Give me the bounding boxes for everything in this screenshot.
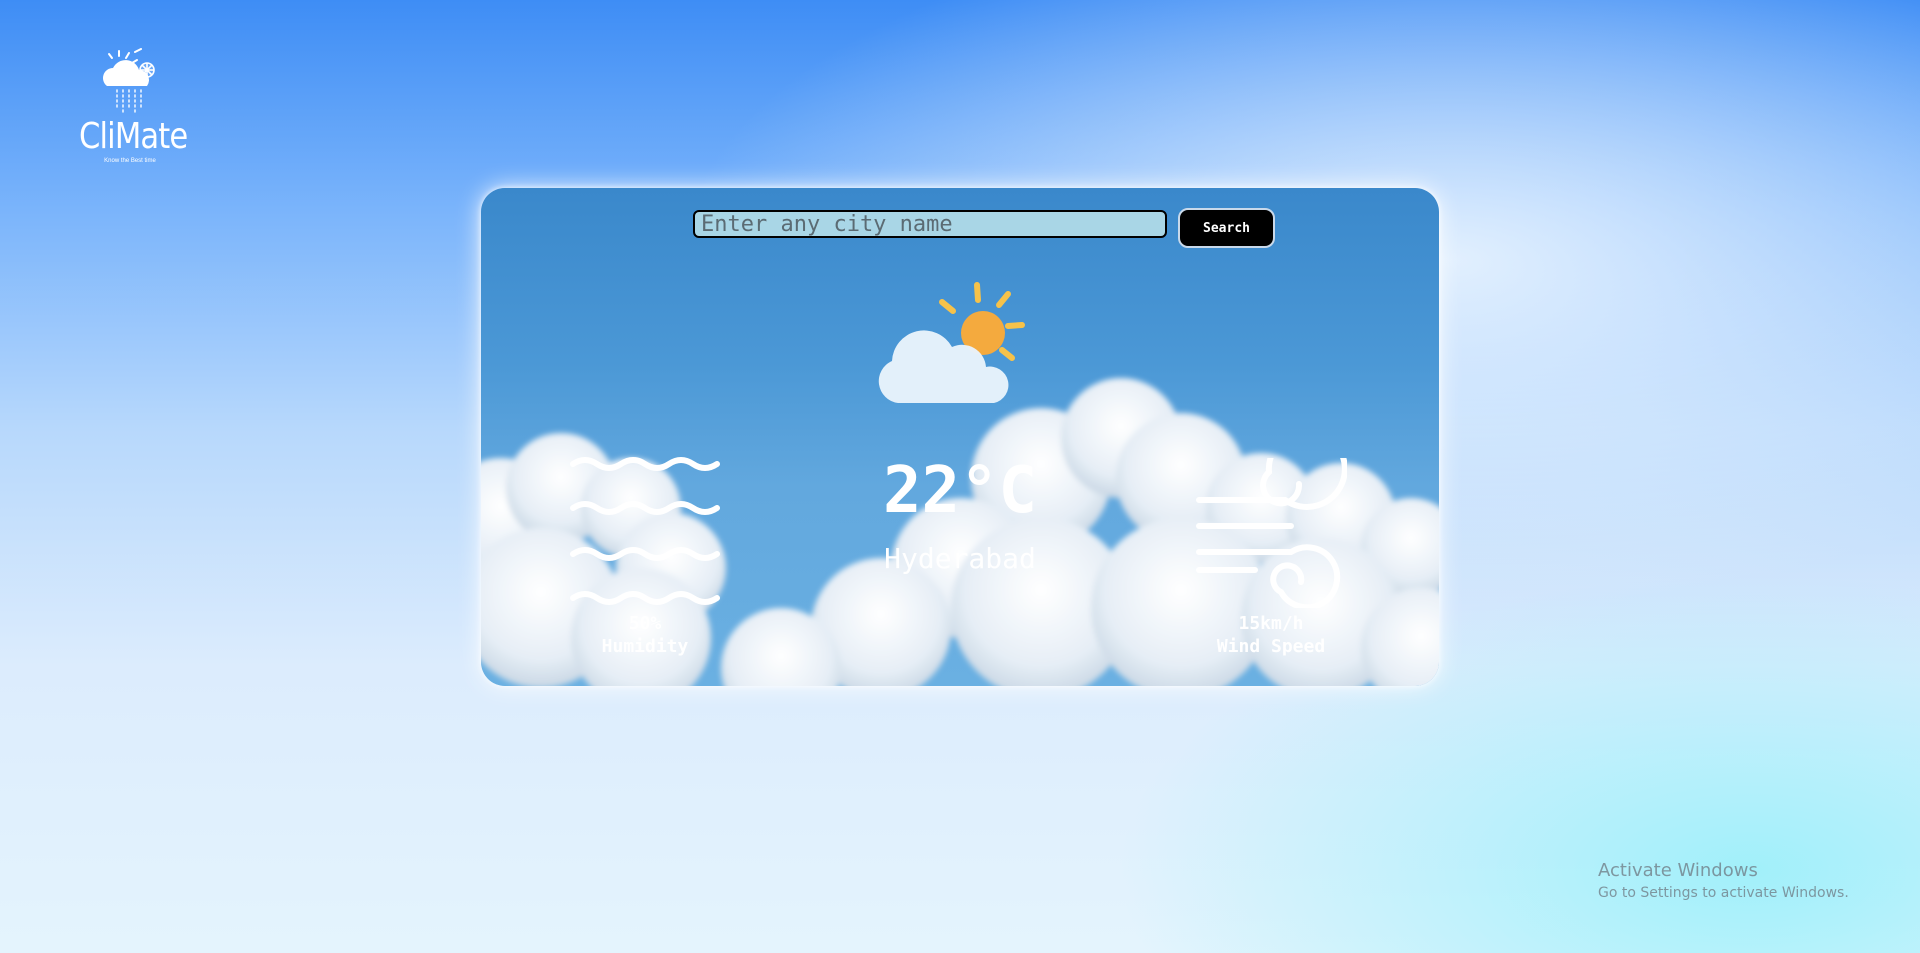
wind-icon — [1196, 458, 1347, 608]
humidity-label: Humidity — [601, 636, 689, 657]
activate-windows-title: Activate Windows — [1598, 860, 1758, 881]
logo-name: CliMate — [79, 116, 188, 157]
weather-card: Search 22°C Hyderabad 50% Humidity — [481, 188, 1439, 686]
partly-cloudy-icon — [878, 282, 1025, 403]
search-button[interactable]: Search — [1178, 208, 1275, 248]
humidity-waves-icon — [570, 457, 720, 605]
city-search-input[interactable] — [693, 210, 1167, 238]
wind-speed-value: 15km/h — [1238, 613, 1304, 634]
wind-block: 15km/h Wind Speed — [1171, 612, 1371, 658]
logo-tagline: Know the Best time — [104, 158, 156, 164]
search-bar: Search — [693, 208, 1439, 250]
app-logo[interactable]: CliMate Know the Best time — [70, 48, 190, 188]
temperature-value: 22°C — [882, 454, 1038, 528]
humidity-block: 50% Humidity — [545, 612, 745, 658]
city-name: Hyderabad — [884, 542, 1036, 575]
activate-windows-subtitle: Go to Settings to activate Windows. — [1598, 885, 1849, 901]
activate-windows-watermark: Activate Windows Go to Settings to activ… — [1598, 860, 1849, 904]
humidity-value: 50% — [628, 613, 662, 634]
wind-speed-label: Wind Speed — [1216, 636, 1326, 657]
cloud-sun-rain-icon — [103, 48, 155, 115]
